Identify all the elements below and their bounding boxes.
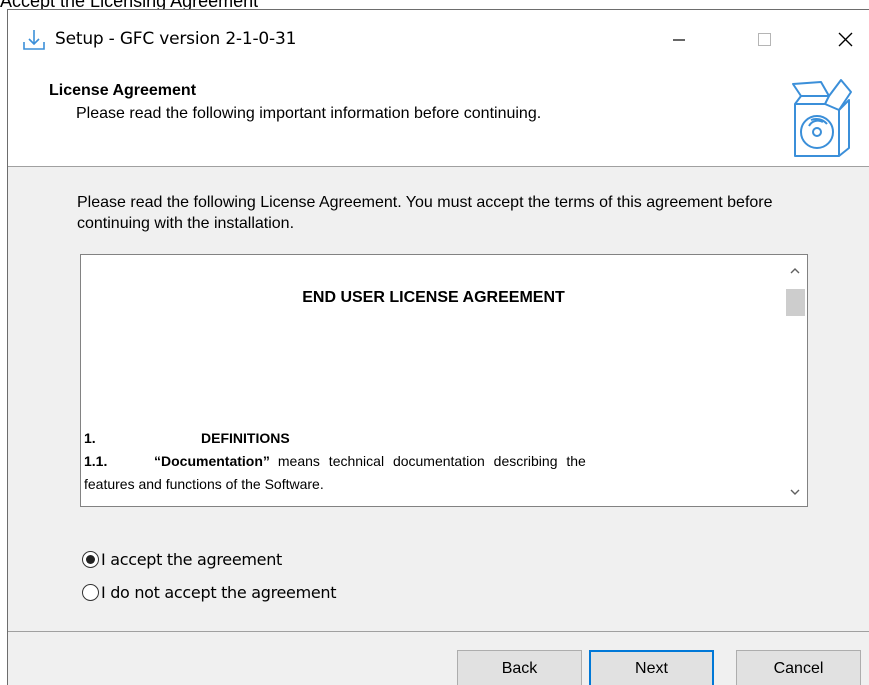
- scroll-thumb[interactable]: [786, 289, 805, 316]
- window-title: Setup - GFC version 2-1-0-31: [55, 29, 297, 49]
- decline-option[interactable]: I do not accept the agreement: [82, 581, 337, 603]
- clause-term: “Documentation”: [154, 453, 270, 469]
- close-icon: [838, 32, 853, 47]
- clause-text: means technical documentation describing…: [277, 453, 586, 469]
- minimize-icon: [673, 39, 685, 41]
- section-number: 1.: [84, 430, 96, 446]
- accept-label[interactable]: I accept the agreement: [101, 550, 282, 569]
- intro-text: Please read the following License Agreem…: [77, 194, 773, 232]
- back-button[interactable]: Back: [457, 650, 582, 685]
- setup-window: Setup - GFC version 2-1-0-31 License Agr…: [7, 9, 869, 685]
- cancel-button[interactable]: Cancel: [736, 650, 861, 685]
- clause-number: 1.1.: [84, 453, 108, 469]
- license-scrollbar[interactable]: [783, 255, 807, 506]
- next-button[interactable]: Next: [589, 650, 714, 685]
- maximize-button[interactable]: [741, 22, 787, 58]
- page-title: License Agreement: [49, 82, 197, 99]
- clause-text-continued: features and functions of the Software.: [84, 476, 324, 492]
- accept-radio[interactable]: [82, 550, 99, 568]
- page-subtitle: Please read the following important info…: [76, 105, 542, 122]
- license-text-area[interactable]: END USER LICENSE AGREEMENT 1. DEFINITIONS…: [80, 254, 808, 507]
- footer-divider: [8, 631, 869, 632]
- license-clause-line: 1.1. “Documentation” means technical doc…: [84, 451, 779, 471]
- accept-option[interactable]: I accept the agreement: [82, 548, 282, 570]
- minimize-button[interactable]: [656, 22, 702, 58]
- decline-radio[interactable]: [82, 583, 99, 601]
- setup-download-icon: [21, 28, 47, 52]
- license-section-line: 1. DEFINITIONS: [84, 428, 290, 448]
- wizard-header: License Agreement Please read the follow…: [8, 70, 869, 167]
- title-bar: Setup - GFC version 2-1-0-31: [8, 10, 869, 70]
- section-title: DEFINITIONS: [201, 430, 290, 446]
- decline-label[interactable]: I do not accept the agreement: [101, 583, 337, 602]
- scroll-up-arrow-icon[interactable]: [788, 264, 802, 278]
- license-heading: END USER LICENSE AGREEMENT: [302, 289, 565, 306]
- close-button[interactable]: [823, 22, 869, 58]
- scroll-down-arrow-icon[interactable]: [788, 485, 802, 499]
- maximize-icon: [758, 33, 771, 46]
- software-box-disc-icon: [787, 70, 857, 160]
